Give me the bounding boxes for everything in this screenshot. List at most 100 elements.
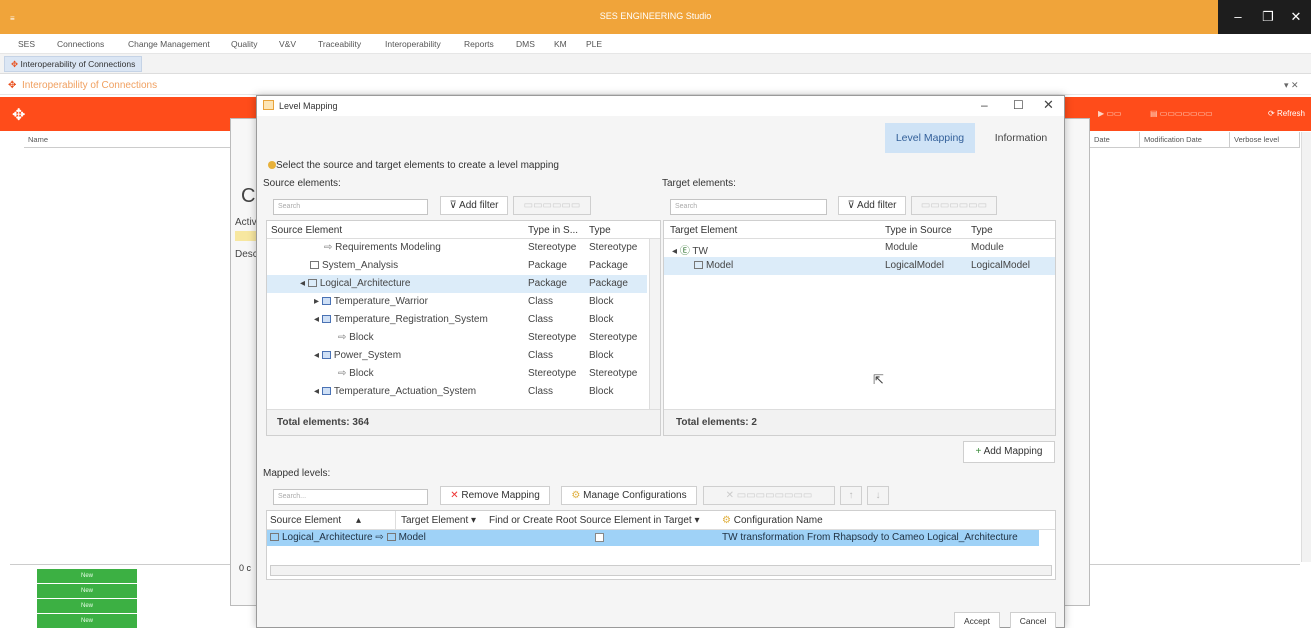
list-item-selected[interactable]: Model LogicalModel LogicalModel [664,257,1055,275]
execute-icon[interactable]: ▶ ▭▭ [1098,109,1122,118]
list-item[interactable]: ◂ Temperature_Registration_System Class … [267,311,647,329]
column-find-or-create[interactable]: Find or Create Root Source Element in Ta… [489,515,700,526]
list-item[interactable]: ◂ Power_System Class Block [267,347,647,365]
disabled-action-button[interactable]: ✕ ▭▭▭▭▭▭▭▭ [703,486,835,505]
vertical-scrollbar[interactable] [1301,132,1311,562]
list-item[interactable]: ⇨ Requirements Modeling Stereotype Stere… [267,239,647,257]
dialog-icon [263,100,274,110]
source-scrollbar[interactable] [649,239,660,409]
target-add-filter-button[interactable]: ⊽ Add filter [838,196,906,215]
menu-dms[interactable]: DMS [516,39,535,49]
column-type-in-source[interactable]: Type in Source [885,225,952,236]
dialog-title: Level Mapping [279,101,338,111]
add-mapping-button[interactable]: + Add Mapping [963,441,1055,463]
expand-arrow-icon[interactable]: ◂ [314,350,319,361]
menu-km[interactable]: KM [554,39,567,49]
column-verbose-level[interactable]: Verbose level [1230,132,1300,148]
plus-icon: + [975,446,982,457]
maximize-icon[interactable]: ☐ [1013,98,1024,112]
tab-interoperability[interactable]: ✥ Interoperability of Connections [4,56,143,72]
column-configuration-name[interactable]: ⚙ Configuration Name [722,515,823,526]
column-source-element[interactable]: Source Element [271,225,342,236]
menu-ses[interactable]: SES [18,39,35,49]
column-type[interactable]: Type [971,225,993,236]
export-icon[interactable]: ▤ ▭▭▭▭▭▭▭ [1150,109,1213,118]
document-tab-row: ✥ Interoperability of Connections [0,54,1311,74]
column-target-element[interactable]: Target Element ▾ [401,515,476,526]
menu-bar: SES Connections Change Management Qualit… [0,34,1311,54]
column-type[interactable]: Type [589,225,611,236]
connections-icon: ✥ [12,107,26,124]
gear-icon: ⚙ [571,490,581,501]
target-remove-filter-button[interactable]: ▭▭▭▭▭▭▭ [911,196,997,215]
page-title: Interoperability of Connections [22,80,158,91]
list-item[interactable]: ⇨ Block Stereotype Stereotype [267,365,647,383]
list-item[interactable]: ◂ Temperature_Actuation_System Class Blo… [267,383,647,401]
column-modification-date[interactable]: Modification Date [1140,132,1230,148]
mapped-search-input[interactable]: Search... [273,489,428,505]
remove-icon: ✕ [450,490,459,501]
menu-change-management[interactable]: Change Management [128,39,210,49]
expand-arrow-icon[interactable]: ◂ [314,314,319,325]
status-badge: New [37,569,137,583]
source-add-filter-button[interactable]: ⊽ Add filter [440,196,508,215]
status-badge: New [37,614,137,628]
menu-ple[interactable]: PLE [586,39,602,49]
remove-mapping-button[interactable]: ✕ Remove Mapping [440,486,550,505]
accept-button[interactable]: Accept [954,612,1000,628]
expand-arrow-icon[interactable]: ◂ [300,278,305,289]
column-source-element[interactable]: Source Element ▴ [270,515,361,526]
menu-quality[interactable]: Quality [231,39,257,49]
target-elements-label: Target elements: [662,178,736,189]
list-item[interactable]: ▸ Temperature_Warrior Class Block [267,293,647,311]
model-icon [694,261,703,270]
level-mapping-dialog: Level Mapping – ☐ ✕ Level Mapping Inform… [256,95,1065,628]
column-type-in-source[interactable]: Type in S... [528,225,578,236]
column-target-element[interactable]: Target Element [670,225,737,236]
menu-connections[interactable]: Connections [57,39,104,49]
horizontal-scrollbar[interactable] [270,565,1052,576]
expand-arrow-icon[interactable]: ◂ [314,386,319,397]
connections-icon: ✥ [11,59,19,69]
list-item[interactable]: ⇨ Block Stereotype Stereotype [267,329,647,347]
source-total: Total elements: 364 [277,417,370,428]
move-down-icon[interactable]: ↓ [867,486,889,505]
minimize-icon[interactable]: – [981,98,988,112]
filter-icon: ⊽ [449,200,457,211]
menu-interoperability[interactable]: Interoperability [385,39,441,49]
refresh-button[interactable]: ⟳ Refresh [1268,109,1305,118]
target-search-input[interactable]: Search [670,199,827,215]
menu-vv[interactable]: V&V [279,39,296,49]
list-item[interactable]: ◂ Ⓔ TW Module Module [664,239,1055,257]
find-or-create-checkbox[interactable] [595,533,604,542]
minimize-icon[interactable]: – [1222,8,1254,26]
expand-arrow-icon[interactable]: ◂ [672,246,677,257]
mouse-cursor-icon: ⇱ [873,372,884,387]
table-row[interactable]: Logical_Architecture ⇨ Model TW transfor… [267,530,1039,546]
mapped-levels-grid: Source Element ▴ Target Element ▾ Find o… [266,510,1056,580]
list-item-selected[interactable]: ◂ Logical_Architecture Package Package [267,275,647,293]
status-badge: New [37,599,137,613]
move-up-icon[interactable]: ↑ [840,486,862,505]
module-icon: Ⓔ [679,246,690,257]
expand-arrow-icon[interactable]: ▸ [314,296,319,307]
pin-icon[interactable]: ▾ ✕ [1284,80,1299,91]
dialog-title-bar: Level Mapping – ☐ ✕ [257,96,1064,116]
column-name[interactable]: Name [24,132,264,148]
column-date[interactable]: Date [1090,132,1140,148]
source-elements-label: Source elements: [263,178,341,189]
close-icon[interactable]: ✕ [1043,97,1054,113]
tab-information[interactable]: Information [981,123,1061,153]
cancel-button[interactable]: Cancel [1010,612,1056,628]
status-badge: New [37,584,137,598]
tab-level-mapping[interactable]: Level Mapping [885,123,975,153]
menu-reports[interactable]: Reports [464,39,494,49]
list-item[interactable]: System_Analysis Package Package [267,257,647,275]
class-icon [321,297,331,306]
close-icon[interactable]: ✕ [1280,8,1311,26]
source-search-input[interactable]: Search [273,199,428,215]
menu-traceability[interactable]: Traceability [318,39,361,49]
folder-icon [307,279,317,288]
manage-configurations-button[interactable]: ⚙ Manage Configurations [561,486,697,505]
source-remove-filter-button[interactable]: ▭▭▭▭▭▭ [513,196,591,215]
